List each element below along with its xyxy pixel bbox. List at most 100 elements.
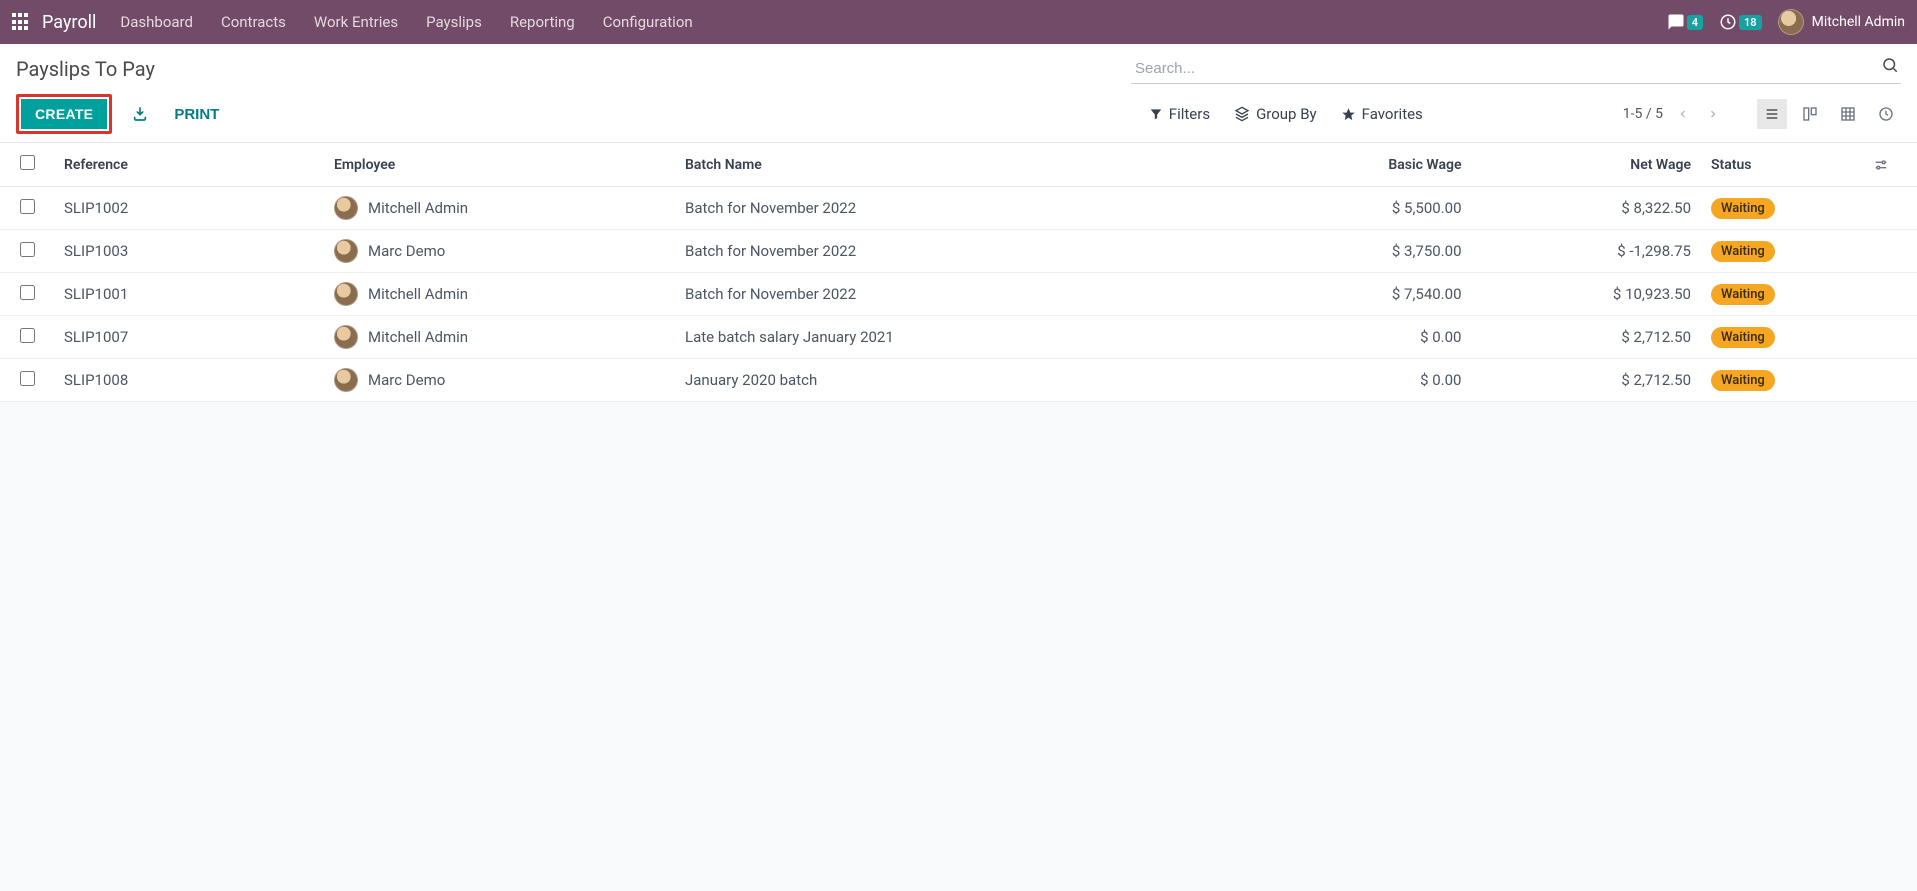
row-checkbox[interactable] xyxy=(20,199,35,214)
cell-reference: SLIP1003 xyxy=(54,230,324,273)
pager-value[interactable]: 1-5 / 5 xyxy=(1623,106,1663,122)
table-row[interactable]: SLIP1007 Mitchell Admin Late batch salar… xyxy=(0,316,1917,359)
table-row[interactable]: SLIP1001 Mitchell Admin Batch for Novemb… xyxy=(0,273,1917,316)
cell-basic-wage: $ 7,540.00 xyxy=(1242,273,1472,316)
create-button[interactable]: CREATE xyxy=(21,99,107,129)
table-row[interactable]: SLIP1002 Mitchell Admin Batch for Novemb… xyxy=(0,187,1917,230)
cell-employee: Mitchell Admin xyxy=(368,285,468,303)
activities-badge: 18 xyxy=(1739,15,1762,30)
favorites-dropdown[interactable]: Favorites xyxy=(1341,105,1423,123)
cell-net-wage: $ 8,322.50 xyxy=(1472,187,1702,230)
user-menu[interactable]: Mitchell Admin xyxy=(1778,9,1905,35)
cell-reference: SLIP1001 xyxy=(54,273,324,316)
search-container xyxy=(1131,54,1901,84)
cell-basic-wage: $ 3,750.00 xyxy=(1242,230,1472,273)
create-highlight: CREATE xyxy=(16,94,112,134)
cell-batch: Batch for November 2022 xyxy=(675,273,1242,316)
chat-icon xyxy=(1667,13,1685,31)
payslips-table: Reference Employee Batch Name Basic Wage… xyxy=(0,143,1917,402)
clock-icon xyxy=(1719,13,1737,31)
view-kanban[interactable] xyxy=(1795,99,1825,129)
layers-icon xyxy=(1234,106,1250,122)
row-checkbox[interactable] xyxy=(20,242,35,257)
menu-dashboard[interactable]: Dashboard xyxy=(120,13,193,31)
cell-employee: Mitchell Admin xyxy=(368,199,468,217)
cell-batch: Batch for November 2022 xyxy=(675,187,1242,230)
select-all-checkbox[interactable] xyxy=(20,155,35,170)
view-pivot[interactable] xyxy=(1833,99,1863,129)
table-header: Reference Employee Batch Name Basic Wage… xyxy=(0,143,1917,187)
row-checkbox[interactable] xyxy=(20,285,35,300)
cell-basic-wage: $ 0.00 xyxy=(1242,359,1472,402)
search-icon[interactable] xyxy=(1881,56,1899,74)
employee-avatar xyxy=(334,239,358,263)
list-icon xyxy=(1764,106,1780,122)
user-name: Mitchell Admin xyxy=(1812,14,1905,30)
clock-outline-icon xyxy=(1878,106,1894,122)
pager-next[interactable] xyxy=(1703,108,1723,120)
download-icon xyxy=(132,106,148,122)
employee-avatar xyxy=(334,196,358,220)
control-panel: Payslips To Pay CREATE PRINT Filters xyxy=(0,44,1917,143)
cell-batch: January 2020 batch xyxy=(675,359,1242,402)
sliders-icon xyxy=(1873,157,1889,173)
export-button[interactable] xyxy=(126,102,154,126)
print-button[interactable]: PRINT xyxy=(168,102,225,127)
cell-net-wage: $ -1,298.75 xyxy=(1472,230,1702,273)
col-net-wage[interactable]: Net Wage xyxy=(1472,143,1702,187)
cell-reference: SLIP1007 xyxy=(54,316,324,359)
apps-icon[interactable] xyxy=(12,13,30,31)
cell-reference: SLIP1008 xyxy=(54,359,324,402)
kanban-icon xyxy=(1802,106,1818,122)
employee-avatar xyxy=(334,368,358,392)
main-menu: Dashboard Contracts Work Entries Payslip… xyxy=(120,13,692,31)
top-nav: Payroll Dashboard Contracts Work Entries… xyxy=(0,0,1917,44)
status-badge: Waiting xyxy=(1711,198,1775,219)
star-icon xyxy=(1341,107,1356,122)
employee-avatar xyxy=(334,325,358,349)
app-name[interactable]: Payroll xyxy=(42,12,96,33)
view-activity[interactable] xyxy=(1871,99,1901,129)
messaging-badge: 4 xyxy=(1687,15,1703,30)
cell-basic-wage: $ 5,500.00 xyxy=(1242,187,1472,230)
cell-employee: Mitchell Admin xyxy=(368,328,468,346)
cell-employee: Marc Demo xyxy=(368,242,445,260)
cell-net-wage: $ 2,712.50 xyxy=(1472,359,1702,402)
table-row[interactable]: SLIP1008 Marc Demo January 2020 batch $ … xyxy=(0,359,1917,402)
cell-net-wage: $ 10,923.50 xyxy=(1472,273,1702,316)
filters-dropdown[interactable]: Filters xyxy=(1149,105,1210,123)
table-row[interactable]: SLIP1003 Marc Demo Batch for November 20… xyxy=(0,230,1917,273)
col-reference[interactable]: Reference xyxy=(54,143,324,187)
avatar xyxy=(1778,9,1804,35)
row-checkbox[interactable] xyxy=(20,371,35,386)
pager-prev[interactable] xyxy=(1673,108,1693,120)
status-badge: Waiting xyxy=(1711,241,1775,262)
cell-batch: Late batch salary January 2021 xyxy=(675,316,1242,359)
status-badge: Waiting xyxy=(1711,327,1775,348)
menu-payslips[interactable]: Payslips xyxy=(426,13,482,31)
col-status[interactable]: Status xyxy=(1701,143,1863,187)
cell-net-wage: $ 2,712.50 xyxy=(1472,316,1702,359)
view-list[interactable] xyxy=(1757,99,1787,129)
chevron-right-icon xyxy=(1707,108,1719,120)
status-badge: Waiting xyxy=(1711,370,1775,391)
row-checkbox[interactable] xyxy=(20,328,35,343)
optional-columns-button[interactable] xyxy=(1873,157,1907,173)
cell-basic-wage: $ 0.00 xyxy=(1242,316,1472,359)
menu-work-entries[interactable]: Work Entries xyxy=(314,13,398,31)
col-batch[interactable]: Batch Name xyxy=(675,143,1242,187)
funnel-icon xyxy=(1149,107,1163,121)
employee-avatar xyxy=(334,282,358,306)
menu-reporting[interactable]: Reporting xyxy=(510,13,575,31)
col-employee[interactable]: Employee xyxy=(324,143,675,187)
messaging-button[interactable]: 4 xyxy=(1667,13,1703,31)
activities-button[interactable]: 18 xyxy=(1719,13,1762,31)
col-basic-wage[interactable]: Basic Wage xyxy=(1242,143,1472,187)
cell-reference: SLIP1002 xyxy=(54,187,324,230)
menu-contracts[interactable]: Contracts xyxy=(221,13,286,31)
search-input[interactable] xyxy=(1131,54,1901,84)
groupby-dropdown[interactable]: Group By xyxy=(1234,105,1317,123)
cell-employee: Marc Demo xyxy=(368,371,445,389)
menu-configuration[interactable]: Configuration xyxy=(603,13,693,31)
page-title: Payslips To Pay xyxy=(16,57,155,81)
